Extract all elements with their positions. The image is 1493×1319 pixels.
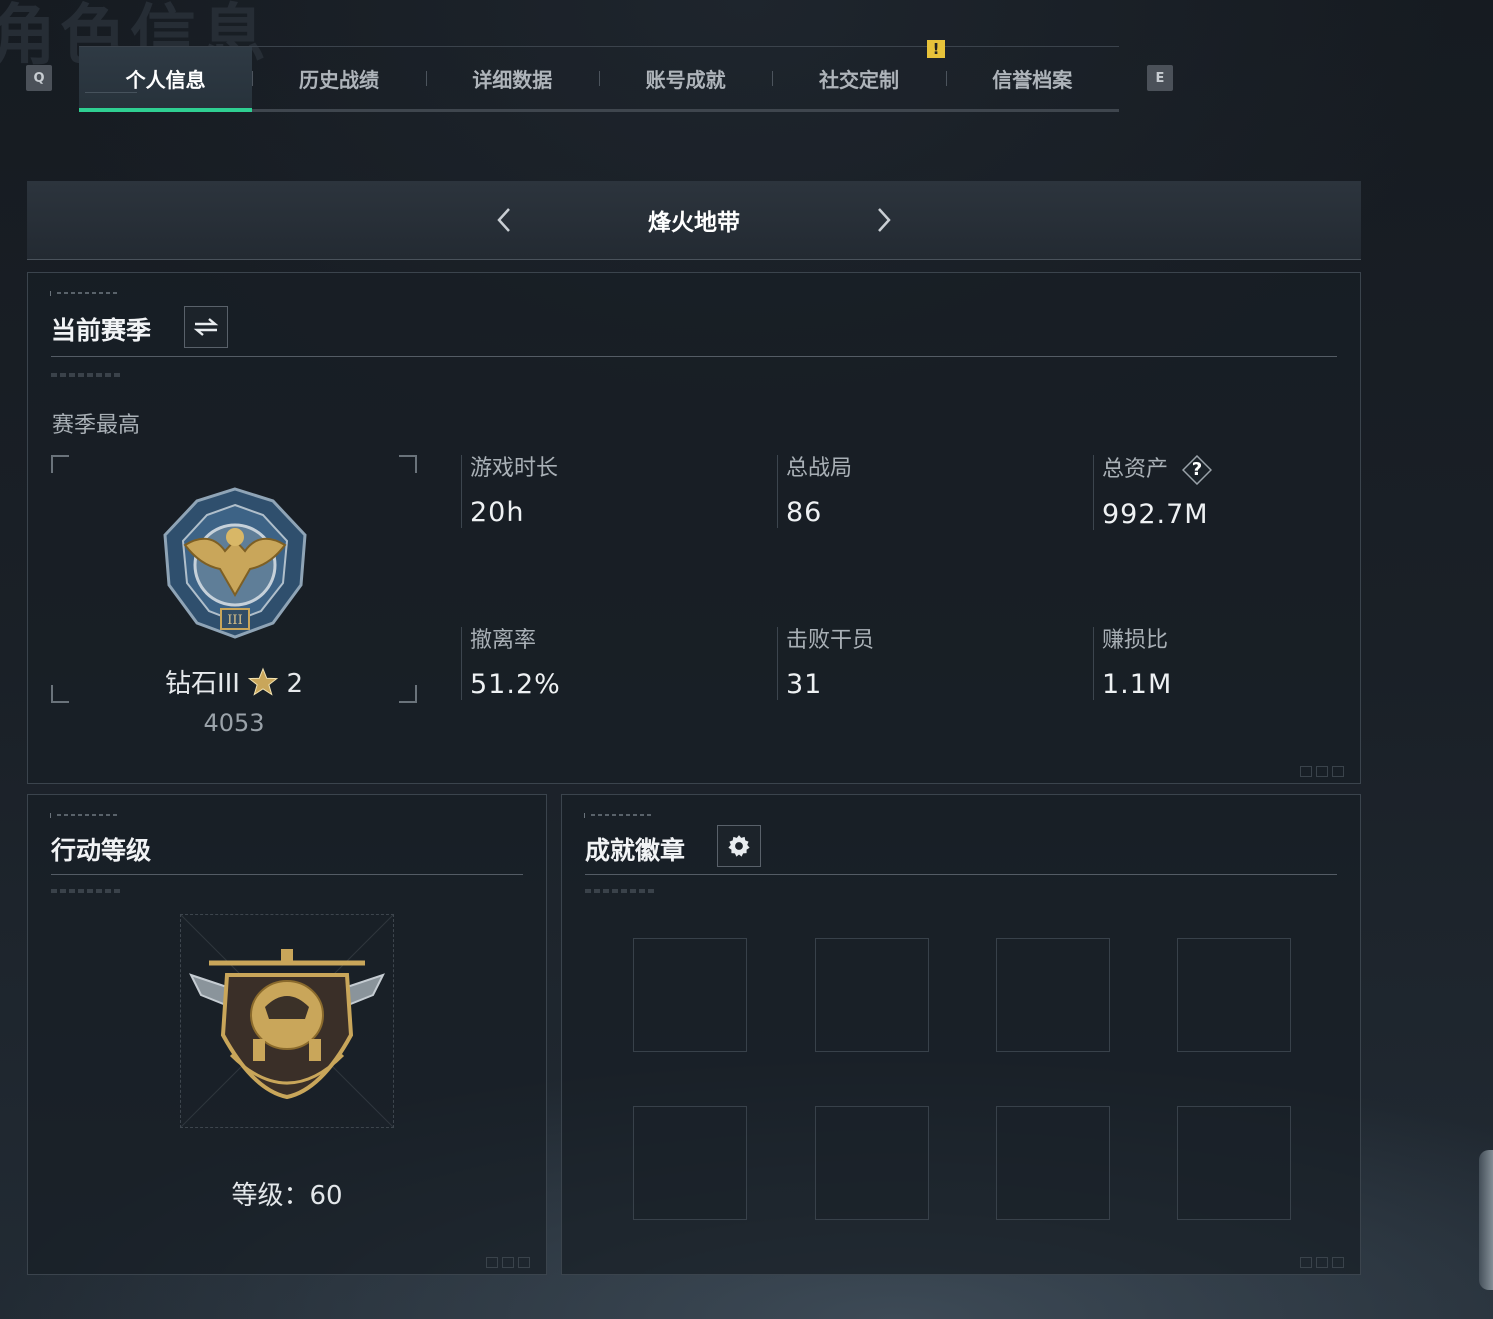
badges-title: 成就徽章 [585, 836, 686, 865]
svg-text:III: III [227, 613, 242, 628]
stat-total-matches: 总战局 86 [777, 455, 1036, 528]
panel-header-decoration [584, 813, 655, 818]
tab-social-customization[interactable]: 社交定制 [772, 47, 945, 109]
mode-selector: 烽火地带 [27, 181, 1361, 260]
current-season-panel: 当前赛季 赛季最高 III 钻石III 2 4053 游戏时长 20h 总战局 … [27, 272, 1361, 784]
level-text: 等级：60 [231, 1181, 343, 1211]
achievement-badges-panel: 成就徽章 [561, 794, 1361, 1275]
stat-operators-defeated: 击败干员 31 [777, 627, 1036, 700]
tab-personal-info[interactable]: 个人信息 [79, 47, 253, 112]
tab-label: 社交定制 [818, 67, 899, 92]
level-emblem-frame [180, 914, 394, 1128]
tab-label: 历史战绩 [298, 67, 379, 92]
tab-match-history[interactable]: 历史战绩 [252, 47, 425, 109]
star-icon [248, 667, 279, 696]
stat-label: 总战局 [786, 456, 853, 481]
tab-label: 账号成就 [645, 67, 726, 92]
tab-label: 详细数据 [472, 67, 553, 92]
stat-label: 击败干员 [786, 628, 875, 653]
rank-name: 钻石III [164, 669, 240, 699]
panel-corner-decoration [1300, 1257, 1344, 1268]
title-divider [51, 356, 1337, 357]
stat-value: 86 [786, 497, 823, 528]
main-tab-bar: 个人信息 历史战绩 详细数据 账号成就 社交定制 信誉档案 [79, 46, 1119, 112]
next-tab-key[interactable]: E [1147, 65, 1173, 91]
stat-value: 992.7M [1102, 499, 1209, 530]
diamond-rank-emblem-icon: III [163, 487, 307, 639]
gear-icon [728, 835, 750, 857]
stat-label: 撤离率 [470, 628, 537, 653]
badge-slot[interactable] [815, 938, 929, 1052]
swap-icon [193, 318, 219, 336]
tab-label: 信誉档案 [992, 67, 1073, 92]
stat-total-assets: 总资产 ? 992.7M [1093, 455, 1352, 530]
stat-value: 20h [470, 497, 525, 528]
mode-name: 烽火地带 [648, 210, 740, 236]
badge-slot[interactable] [996, 938, 1110, 1052]
stat-label: 游戏时长 [470, 456, 559, 481]
divider-decoration [585, 889, 657, 893]
tab-account-achievements[interactable]: 账号成就 [598, 47, 772, 109]
badge-settings-button[interactable] [717, 825, 761, 867]
tab-decoration [85, 92, 137, 101]
badge-slot[interactable] [996, 1106, 1110, 1220]
helicopter-level-emblem-icon [180, 914, 394, 1128]
tab-detailed-data[interactable]: 详细数据 [425, 47, 599, 109]
stat-value: 1.1M [1102, 669, 1173, 700]
operation-level-panel: 行动等级 等级：60 [27, 794, 547, 1275]
season-switch-button[interactable] [184, 306, 228, 348]
notice-badge-icon: ! [927, 40, 945, 58]
panel-corner-decoration [1300, 766, 1344, 777]
chevron-left-icon [497, 208, 510, 232]
title-divider [585, 874, 1337, 875]
rank-title: 钻石III 2 [51, 663, 417, 700]
badge-slot[interactable] [815, 1106, 929, 1220]
mode-prev-button[interactable] [484, 200, 524, 240]
divider-decoration [51, 373, 123, 377]
stat-label: 赚损比 [1102, 628, 1169, 653]
stat-label: 总资产 ? [1102, 455, 1352, 485]
stat-extraction-rate: 撤离率 51.2% [461, 627, 720, 700]
badge-slot[interactable] [633, 1106, 747, 1220]
tab-label: 个人信息 [125, 67, 206, 92]
character-model-edge [1479, 1150, 1493, 1290]
prev-tab-key[interactable]: Q [26, 65, 52, 91]
stat-value: 31 [786, 669, 823, 700]
divider-decoration [51, 889, 123, 893]
panel-header-decoration [50, 813, 121, 818]
rank-stars: 2 [286, 669, 304, 699]
badge-slot[interactable] [1177, 938, 1291, 1052]
stat-value: 51.2% [470, 669, 561, 700]
stat-profit-loss-ratio: 赚损比 1.1M [1093, 627, 1352, 700]
mode-next-button[interactable] [864, 200, 904, 240]
stat-play-time: 游戏时长 20h [461, 455, 720, 528]
rank-frame: III 钻石III 2 4053 [51, 455, 417, 737]
help-question-icon[interactable]: ? [1182, 455, 1213, 485]
chevron-right-icon [878, 208, 891, 232]
level-title: 行动等级 [51, 836, 152, 865]
tab-credit-record[interactable]: 信誉档案 [945, 47, 1119, 109]
title-divider [51, 874, 523, 875]
badge-slot[interactable] [633, 938, 747, 1052]
season-title: 当前赛季 [51, 316, 152, 345]
panel-header-decoration [50, 291, 121, 296]
panel-corner-decoration [486, 1257, 530, 1268]
season-best-label: 赛季最高 [52, 413, 141, 438]
badge-slot[interactable] [1177, 1106, 1291, 1220]
rank-score: 4053 [203, 709, 265, 737]
